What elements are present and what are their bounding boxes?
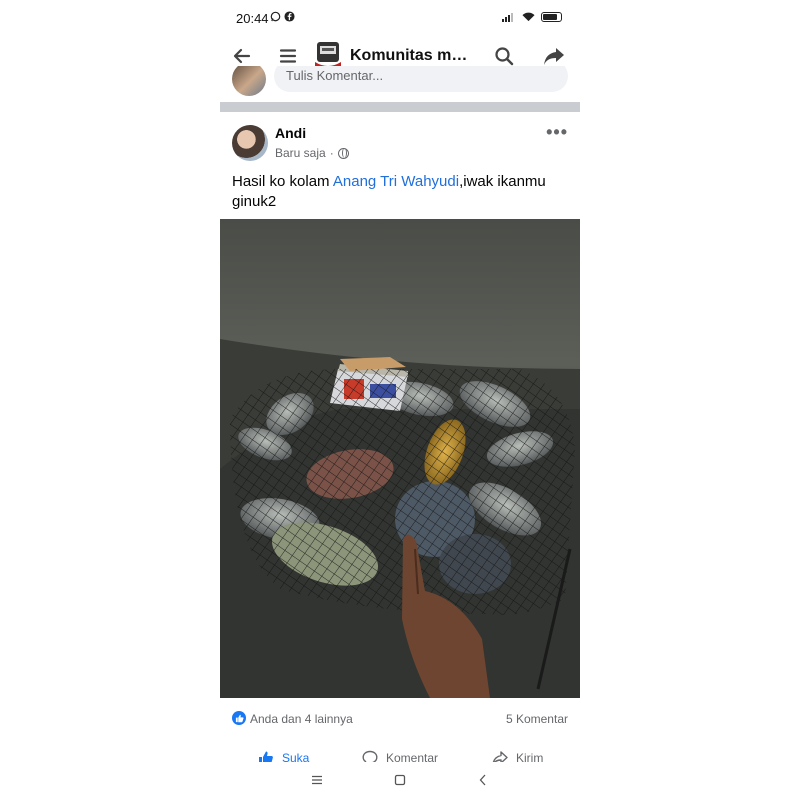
send-icon xyxy=(492,751,508,762)
phone-screen: 20:44 Komunitas man... Tulis Komentar...… xyxy=(220,0,580,800)
post-photo[interactable] xyxy=(220,219,580,698)
system-icons xyxy=(502,12,562,22)
recent-apps-icon[interactable] xyxy=(305,770,329,790)
comment-button[interactable]: Komentar xyxy=(362,750,438,762)
post-divider xyxy=(220,102,580,112)
comment-composer: Tulis Komentar... xyxy=(220,66,580,102)
post-text: Hasil ko kolam Anang Tri Wahyudi,iwak ik… xyxy=(232,172,568,212)
more-options-icon[interactable]: ••• xyxy=(546,122,568,143)
post-author-name[interactable]: Andi xyxy=(275,125,306,141)
whatsapp-icon xyxy=(270,11,284,25)
send-label: Kirim xyxy=(516,751,544,762)
battery-icon xyxy=(541,12,562,22)
mention-link[interactable]: Anang Tri Wahyudi xyxy=(333,173,459,190)
globe-icon xyxy=(337,147,349,159)
send-button[interactable]: Kirim xyxy=(492,750,543,762)
like-icon xyxy=(259,751,273,762)
post-header: Andi Baru saja · ••• xyxy=(220,120,580,168)
post-time[interactable]: Baru saja xyxy=(275,146,326,160)
reactions-bar: Anda dan 4 lainnya 5 Komentar xyxy=(220,708,580,728)
status-bar: 20:44 xyxy=(220,8,580,30)
home-icon[interactable] xyxy=(388,770,412,790)
post-meta: Baru saja · xyxy=(275,146,349,160)
back-icon[interactable] xyxy=(471,770,495,790)
meta-separator: · xyxy=(329,146,334,160)
comment-label: Komentar xyxy=(386,751,439,762)
reaction-summary[interactable]: Anda dan 4 lainnya xyxy=(250,712,353,726)
like-label: Suka xyxy=(282,751,310,762)
fish-catch-photo xyxy=(220,219,580,698)
wifi-icon xyxy=(522,12,535,22)
notification-icons xyxy=(270,11,295,25)
like-button[interactable]: Suka xyxy=(258,750,309,762)
avatar[interactable] xyxy=(232,125,268,161)
post-text-start: Hasil ko kolam xyxy=(232,173,333,190)
avatar xyxy=(232,66,266,96)
system-nav-bar xyxy=(220,762,580,800)
status-time: 20:44 xyxy=(236,11,269,26)
post-actions: Suka Komentar Kirim xyxy=(220,746,580,762)
group-title[interactable]: Komunitas man... xyxy=(350,47,476,65)
comment-count[interactable]: 5 Komentar xyxy=(506,712,568,726)
signal-icon xyxy=(502,13,513,22)
comment-input[interactable]: Tulis Komentar... xyxy=(274,66,568,92)
facebook-icon xyxy=(284,11,295,25)
comment-icon xyxy=(362,750,378,762)
like-reaction-icon xyxy=(232,711,246,725)
